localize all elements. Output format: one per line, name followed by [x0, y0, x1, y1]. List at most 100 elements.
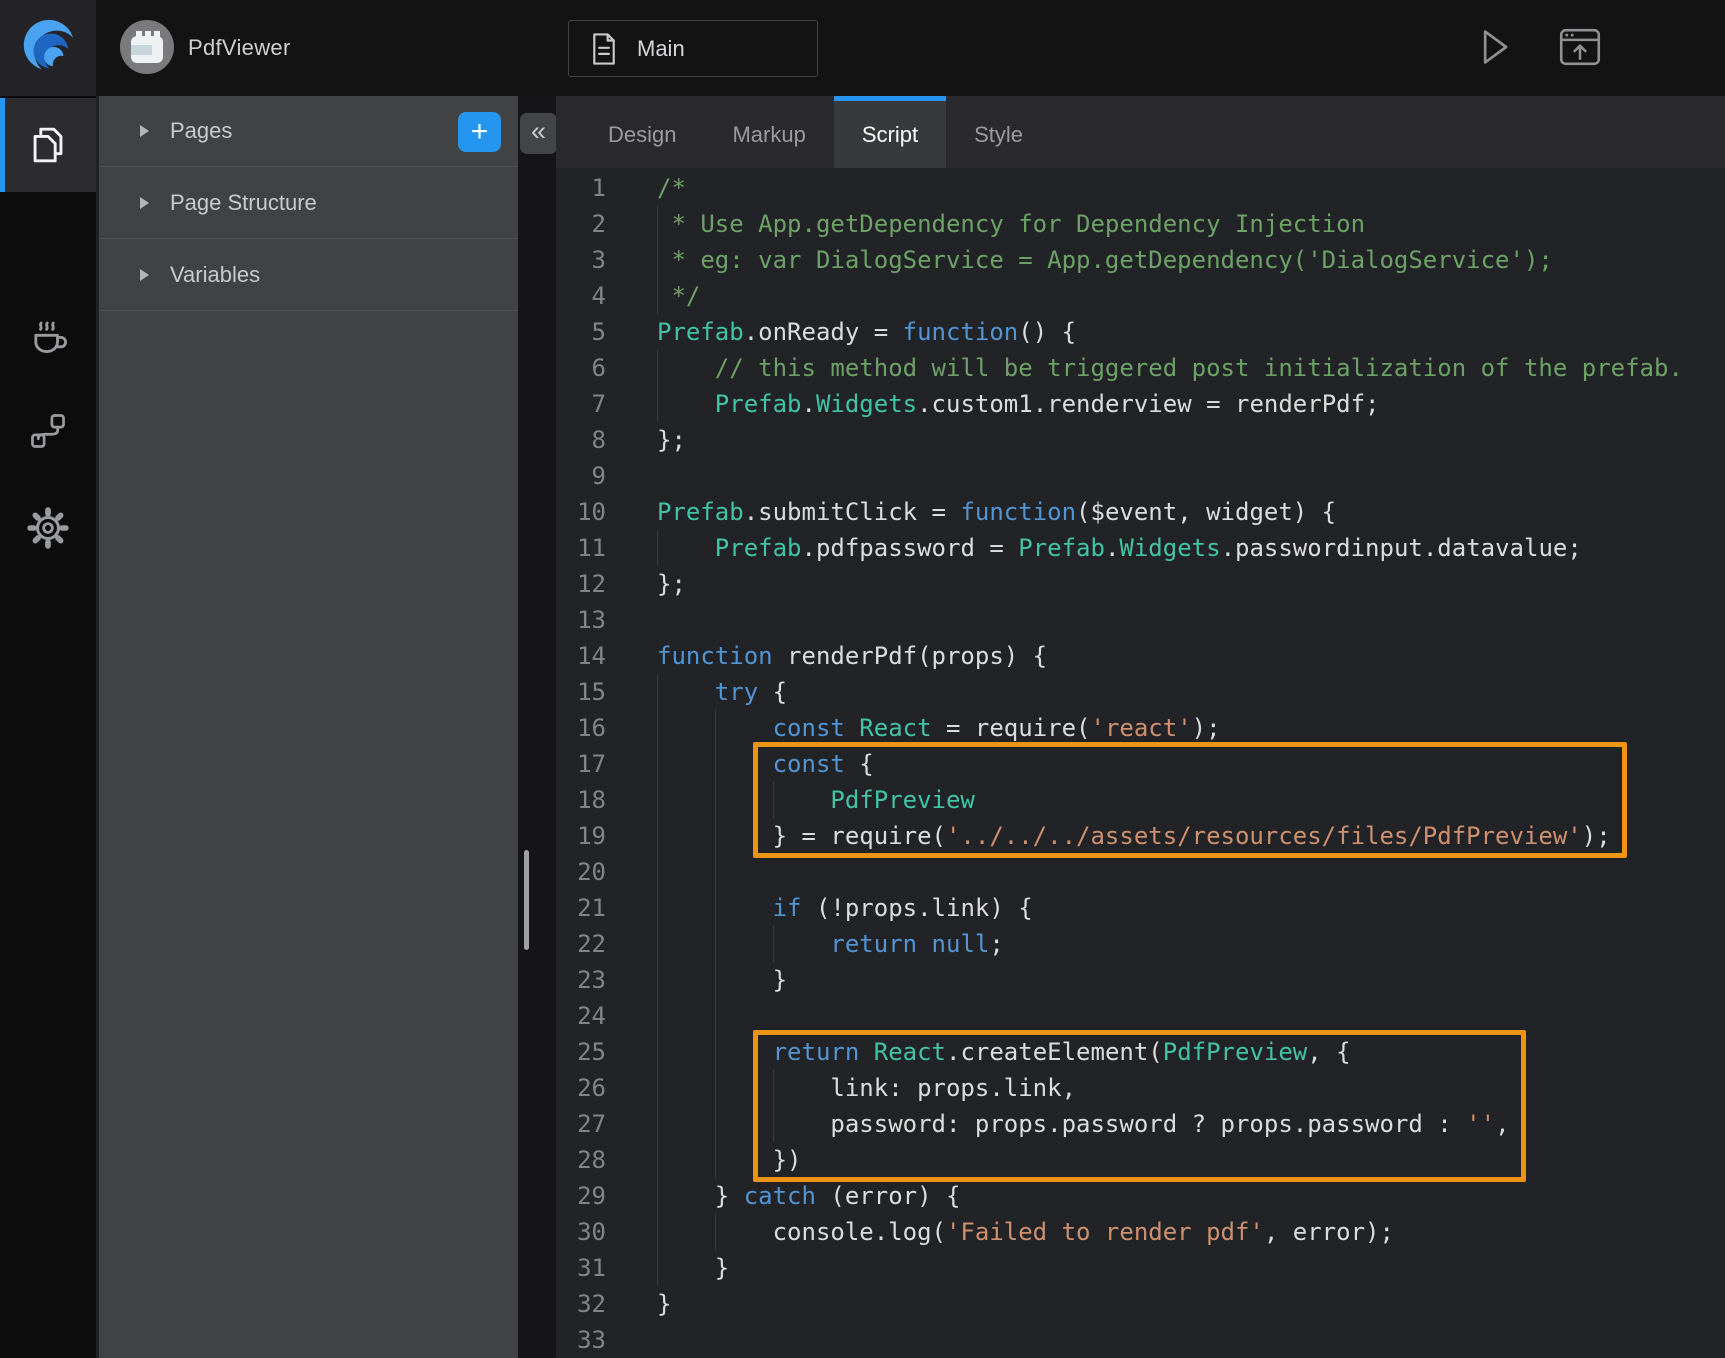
indent-guide [657, 386, 658, 422]
code-line[interactable]: // this method will be triggered post in… [657, 350, 1725, 386]
rail-item-services[interactable] [0, 291, 96, 377]
wave-logo-icon [17, 17, 79, 79]
publish-button[interactable] [1558, 24, 1602, 70]
code-line[interactable]: Prefab.onReady = function() { [657, 314, 1725, 350]
code-token: }) [657, 1146, 802, 1174]
run-button[interactable] [1472, 24, 1516, 70]
code-line[interactable]: * Use App.getDependency for Dependency I… [657, 206, 1725, 242]
rail-item-settings[interactable] [0, 485, 96, 571]
panel-section-variables[interactable]: Variables [99, 239, 518, 311]
code-token: const [773, 750, 845, 778]
code-token [657, 534, 715, 562]
line-number: 4 [556, 278, 606, 314]
code-line[interactable]: }; [657, 422, 1725, 458]
line-number: 25 [556, 1034, 606, 1070]
code-line[interactable]: function renderPdf(props) { [657, 638, 1725, 674]
code-line[interactable]: console.log('Failed to render pdf', erro… [657, 1214, 1725, 1250]
line-number: 21 [556, 890, 606, 926]
code-line[interactable] [657, 1322, 1725, 1358]
code-line[interactable]: return React.createElement(PdfPreview, { [657, 1034, 1725, 1070]
line-number-gutter: 1234567891011121314151617181920212223242… [556, 170, 606, 1358]
chevron-right-icon [140, 197, 149, 209]
app-title: PdfViewer [188, 0, 291, 96]
code-line[interactable]: password: props.password ? props.passwor… [657, 1106, 1725, 1142]
code-token: null [932, 930, 990, 958]
indent-guide [715, 926, 716, 962]
code-token: , [1495, 1110, 1509, 1138]
code-line[interactable]: try { [657, 674, 1725, 710]
page-selector[interactable]: Main [568, 20, 818, 77]
code-line[interactable]: Prefab.Widgets.custom1.renderview = rend… [657, 386, 1725, 422]
rail-item-orchestration[interactable] [0, 388, 96, 474]
line-number: 17 [556, 746, 606, 782]
indent-guide [715, 1070, 716, 1106]
code-line[interactable]: }; [657, 566, 1725, 602]
tab-markup[interactable]: Markup [704, 96, 833, 168]
code-line[interactable] [657, 458, 1725, 494]
collapse-panel-button[interactable]: « [520, 113, 557, 154]
panel-scrollbar-thumb[interactable] [524, 850, 529, 950]
code-line[interactable]: */ [657, 278, 1725, 314]
code-line[interactable]: const { [657, 746, 1725, 782]
code-token: .custom1.renderview = renderPdf; [917, 390, 1379, 418]
code-token: Prefab [715, 390, 802, 418]
script-editor[interactable]: 1234567891011121314151617181920212223242… [556, 168, 1725, 1358]
code-line[interactable]: Prefab.submitClick = function($event, wi… [657, 494, 1725, 530]
line-number: 1 [556, 170, 606, 206]
line-number: 13 [556, 602, 606, 638]
add-page-button[interactable]: + [458, 112, 501, 152]
code-line[interactable]: } catch (error) { [657, 1178, 1725, 1214]
code-line[interactable]: Prefab.pdfpassword = Prefab.Widgets.pass… [657, 530, 1725, 566]
code-token: (!props.link) { [802, 894, 1033, 922]
line-number: 14 [556, 638, 606, 674]
header-bar: PdfViewer Main [0, 0, 1725, 96]
code-token: password: props.password ? props.passwor… [657, 1110, 1466, 1138]
code-token: // this method will be triggered post in… [657, 354, 1683, 382]
code-line[interactable]: * eg: var DialogService = App.getDepende… [657, 242, 1725, 278]
code-line[interactable]: /* [657, 170, 1725, 206]
code-token: * eg: var DialogService = App.getDepende… [657, 246, 1553, 274]
code-line[interactable]: link: props.link, [657, 1070, 1725, 1106]
code-token: React [874, 1038, 946, 1066]
line-number: 20 [556, 854, 606, 890]
indent-guide [657, 746, 658, 782]
code-line[interactable]: } [657, 962, 1725, 998]
code-line[interactable] [657, 998, 1725, 1034]
code-line[interactable]: }) [657, 1142, 1725, 1178]
code-token [657, 390, 715, 418]
tab-design[interactable]: Design [580, 96, 704, 168]
code-line[interactable]: PdfPreview [657, 782, 1725, 818]
indent-guide [715, 1034, 716, 1070]
tab-script[interactable]: Script [834, 96, 946, 168]
app-logo[interactable] [0, 0, 96, 96]
code-line[interactable] [657, 602, 1725, 638]
code-token: React [859, 714, 931, 742]
code-line[interactable]: } = require('../../../assets/resources/f… [657, 818, 1725, 854]
indent-guide [657, 206, 658, 242]
indent-guide [657, 1250, 658, 1286]
code-line[interactable]: if (!props.link) { [657, 890, 1725, 926]
code-token [845, 714, 859, 742]
line-number: 24 [556, 998, 606, 1034]
code-token: ); [1192, 714, 1221, 742]
indent-guide [657, 1142, 658, 1178]
code-token: } [657, 1182, 744, 1210]
panel-section-pages[interactable]: Pages + [99, 96, 518, 167]
panel-section-page-structure[interactable]: Page Structure [99, 167, 518, 239]
code-line[interactable]: } [657, 1286, 1725, 1322]
code-content[interactable]: /* * Use App.getDependency for Dependenc… [657, 170, 1725, 1358]
code-line[interactable] [657, 854, 1725, 890]
indent-guide [657, 350, 658, 386]
chevron-right-icon [140, 269, 149, 281]
page-selector-label: Main [637, 36, 685, 62]
code-line[interactable]: } [657, 1250, 1725, 1286]
tab-style[interactable]: Style [946, 96, 1051, 168]
line-number: 8 [556, 422, 606, 458]
rail-item-pages[interactable] [0, 98, 96, 192]
prefab-avatar-icon[interactable] [120, 20, 174, 74]
indent-guide [657, 854, 658, 890]
code-token: .onReady = [744, 318, 903, 346]
code-line[interactable]: const React = require('react'); [657, 710, 1725, 746]
code-line[interactable]: return null; [657, 926, 1725, 962]
line-number: 33 [556, 1322, 606, 1358]
